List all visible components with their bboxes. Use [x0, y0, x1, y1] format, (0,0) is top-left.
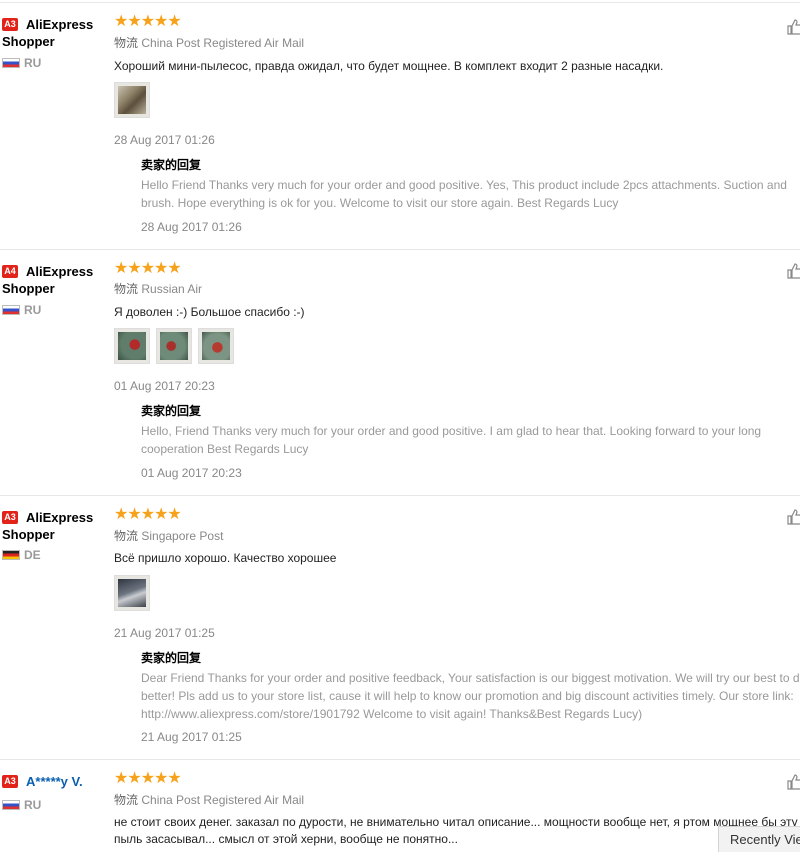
- review-date: 28 Aug 2017 01:26: [114, 133, 215, 147]
- reviewer-name[interactable]: A*****y V.: [2, 773, 98, 790]
- logistics-method: Singapore Post: [141, 529, 224, 543]
- russia-flag-icon: [2, 58, 20, 68]
- thumbs-up-icon[interactable]: [787, 774, 800, 790]
- star-rating: ★★★★★: [114, 504, 182, 523]
- review-photo-thumbnail[interactable]: [156, 328, 192, 364]
- review-text-line: не стоит своих денег. заказал по дурости…: [114, 815, 798, 829]
- review-item: A3 AliExpress Shopper DE ★★★★★ 物流 Singap…: [0, 504, 800, 759]
- review-photo-thumbnail[interactable]: [198, 328, 234, 364]
- reviewer-name: AliExpress Shopper: [2, 264, 94, 296]
- divider: [0, 249, 800, 250]
- review-text: Я доволен :-) Большое спасибо :-): [114, 305, 305, 319]
- country-code: DE: [24, 548, 41, 562]
- review-photo-thumbnail[interactable]: [114, 328, 150, 364]
- logistics-label: 物流: [114, 529, 139, 543]
- thumbs-up-icon[interactable]: [787, 19, 800, 35]
- seller-reply-title: 卖家的回复: [141, 651, 202, 665]
- review-date: 01 Aug 2017 20:23: [114, 379, 215, 393]
- review-text-line: пыль засасывал... смысл от этой херни, в…: [114, 832, 458, 846]
- country-code: RU: [24, 303, 42, 317]
- review-date: 21 Aug 2017 01:25: [114, 626, 215, 640]
- review-item: A4 AliExpress Shopper RU ★★★★★ 物流 Russia…: [0, 258, 800, 495]
- review-text: Всё пришло хорошо. Качество хорошее: [114, 551, 337, 565]
- logistics-label: 物流: [114, 282, 139, 296]
- feedback-list: A3 AliExpress Shopper RU ★★★★★ 物流 China …: [0, 0, 800, 849]
- russia-flag-icon: [2, 305, 20, 315]
- divider: [0, 2, 800, 3]
- country-code: RU: [24, 798, 42, 812]
- star-rating: ★★★★★: [114, 258, 182, 277]
- germany-flag-icon: [2, 550, 20, 560]
- logistics-method: Russian Air: [141, 282, 203, 296]
- logistics-method: China Post Registered Air Mail: [141, 36, 305, 50]
- logistics-info: 物流 China Post Registered Air Mail: [114, 792, 304, 808]
- seller-reply-title: 卖家的回复: [141, 158, 202, 172]
- seller-reply-date: 28 Aug 2017 01:26: [141, 220, 242, 234]
- seller-reply-date: 21 Aug 2017 01:25: [141, 730, 242, 744]
- divider: [0, 495, 800, 496]
- thumbs-up-icon[interactable]: [787, 509, 800, 525]
- star-rating: ★★★★★: [114, 11, 182, 30]
- seller-reply-text: Dear Friend Thanks for your order and po…: [141, 671, 800, 721]
- logistics-method: China Post Registered Air Mail: [141, 793, 305, 807]
- review-item: A3 A*****y V. RU ★★★★★ 物流 China Post Reg…: [0, 768, 800, 849]
- divider: [0, 759, 800, 760]
- logistics-label: 物流: [114, 793, 139, 807]
- review-photo-thumbnail[interactable]: [114, 575, 150, 611]
- star-rating: ★★★★★: [114, 768, 182, 787]
- reviewer-name: AliExpress Shopper: [2, 510, 94, 542]
- review-text: Хороший мини-пылесос, правда ожидал, что…: [114, 59, 664, 73]
- country-code: RU: [24, 56, 42, 70]
- seller-reply-text: Hello Friend Thanks very much for your o…: [141, 178, 787, 210]
- recently-viewed-tab[interactable]: Recently Vie: [718, 826, 800, 852]
- logistics-label: 物流: [114, 36, 139, 50]
- review-item: A3 AliExpress Shopper RU ★★★★★ 物流 China …: [0, 11, 800, 249]
- review-photo-thumbnail[interactable]: [114, 82, 150, 118]
- logistics-info: 物流 Russian Air: [114, 281, 202, 297]
- thumbs-up-icon[interactable]: [787, 263, 800, 279]
- logistics-info: 物流 China Post Registered Air Mail: [114, 35, 304, 51]
- reviewer-name: AliExpress Shopper: [2, 17, 94, 49]
- seller-reply-date: 01 Aug 2017 20:23: [141, 466, 242, 480]
- logistics-info: 物流 Singapore Post: [114, 528, 223, 544]
- seller-reply-title: 卖家的回复: [141, 404, 202, 418]
- seller-reply-text: Hello, Friend Thanks very much for your …: [141, 424, 762, 456]
- russia-flag-icon: [2, 800, 20, 810]
